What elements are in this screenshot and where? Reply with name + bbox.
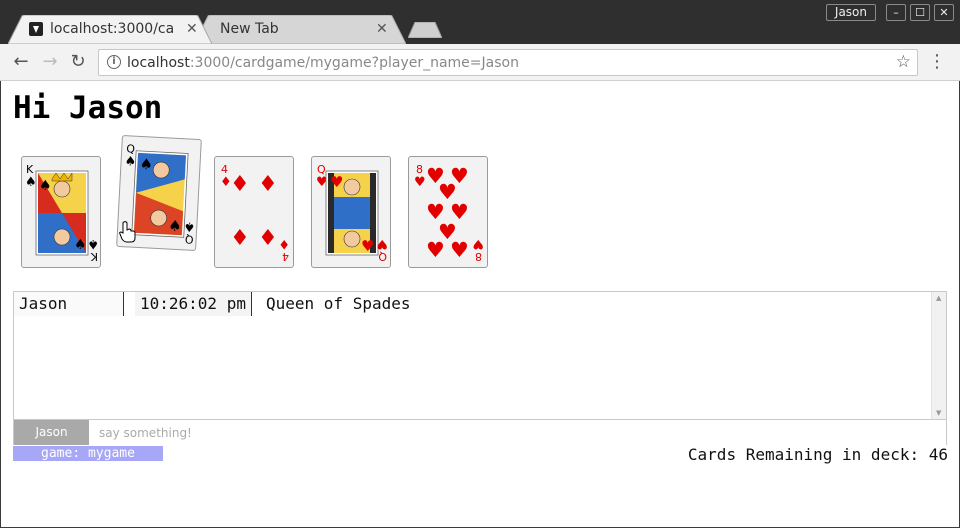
card-eight-of-hearts[interactable]: 8 ♥ ♥ ♥ ♥ ♥ ♥ ♥ ♥ ♥ 8 ♥ bbox=[408, 156, 488, 268]
card-king-of-spades[interactable]: K ♠ ♠ ♠ K ♠ bbox=[21, 156, 101, 268]
scroll-down-icon[interactable]: ▼ bbox=[936, 409, 941, 417]
pip: ♦ bbox=[258, 226, 278, 251]
chat-name-chip: Jason bbox=[14, 420, 89, 445]
card-suit: ♦ bbox=[278, 236, 290, 251]
card-suit: ♠ bbox=[124, 154, 136, 170]
close-window-button[interactable]: ✕ bbox=[934, 4, 954, 21]
pip: ♥ bbox=[426, 238, 445, 262]
tab-new-tab[interactable]: New Tab ✕ bbox=[194, 15, 406, 44]
card-suit: ♥ bbox=[376, 236, 388, 251]
chat-scrollbar[interactable]: ▲ ▼ bbox=[931, 292, 946, 419]
card-face: 8 ♥ ♥ ♥ ♥ ♥ ♥ ♥ ♥ ♥ 8 ♥ bbox=[414, 163, 484, 263]
tab-close-icon[interactable]: ✕ bbox=[376, 21, 388, 37]
url-path: :3000/cardgame/mygame?player_name=Jason bbox=[189, 55, 519, 71]
deck-remaining-text: Cards Remaining in deck: 46 bbox=[687, 445, 948, 464]
forward-arrow-icon[interactable]: → bbox=[39, 51, 61, 73]
card-face: 4 ♦ ♦ ♦ ♦ ♦ 4 ♦ bbox=[220, 163, 290, 263]
card-center-suit: ♠ bbox=[39, 178, 52, 194]
page-content: Hi Jason K ♠ ♠ ♠ K ♠ Q ♠ ♠ ♠ Q ♠ 4 ♦ ♦ ♦… bbox=[1, 81, 959, 527]
chat-message-time: 10:26:02 pm bbox=[135, 292, 252, 316]
card-face: Q ♥ ♥ ♥ Q ♥ bbox=[316, 163, 388, 263]
card-center-suit: ♥ bbox=[330, 173, 343, 191]
card-suit: ♠ bbox=[183, 218, 195, 234]
browser-titlebar: Jason – ☐ ✕ New Tab ✕ localhost:3000/car… bbox=[0, 0, 960, 44]
card-center-suit: ♥ bbox=[361, 237, 374, 255]
pip: ♥ bbox=[450, 238, 469, 262]
chat-panel: Jason 10:26:02 pm Queen of Spades ▲ ▼ Ja… bbox=[13, 291, 947, 445]
chat-message-user: Jason bbox=[14, 292, 124, 316]
card-suit: ♠ bbox=[25, 175, 37, 190]
new-tab-button[interactable] bbox=[408, 22, 442, 38]
site-info-icon[interactable]: i bbox=[107, 55, 121, 69]
tab-title: localhost:3000/cardgame/mygame?player_na… bbox=[50, 21, 174, 37]
card-four-of-diamonds[interactable]: 4 ♦ ♦ ♦ ♦ ♦ 4 ♦ bbox=[214, 156, 294, 268]
pip: ♦ bbox=[230, 226, 250, 251]
scroll-up-icon[interactable]: ▲ bbox=[936, 294, 941, 302]
pip: ♦ bbox=[258, 172, 278, 197]
url-text[interactable]: localhost:3000/cardgame/mygame?player_na… bbox=[127, 55, 519, 71]
game-badge: game: mygame bbox=[13, 446, 163, 461]
url-host: localhost bbox=[127, 55, 190, 71]
card-center-suit: ♠ bbox=[168, 217, 182, 236]
profile-button[interactable]: Jason bbox=[825, 4, 876, 21]
bookmark-star-icon[interactable]: ☆ bbox=[896, 52, 911, 72]
tab-cardgame[interactable]: localhost:3000/cardgame/mygame?player_na… bbox=[8, 15, 212, 44]
card-suit: ♠ bbox=[87, 236, 99, 251]
chat-input-row: Jason bbox=[14, 419, 946, 445]
card-face: K ♠ ♠ ♠ K ♠ bbox=[25, 163, 99, 263]
app-favicon-icon bbox=[29, 22, 43, 36]
card-suit: ♥ bbox=[414, 175, 426, 190]
back-arrow-icon[interactable]: ← bbox=[10, 51, 32, 73]
chat-message: Jason 10:26:02 pm Queen of Spades bbox=[14, 292, 932, 316]
tab-close-icon[interactable]: ✕ bbox=[186, 21, 198, 37]
card-center-suit: ♠ bbox=[74, 237, 87, 253]
chat-message-input[interactable] bbox=[89, 420, 946, 445]
greeting-heading: Hi Jason bbox=[13, 90, 163, 126]
maximize-button[interactable]: ☐ bbox=[910, 4, 930, 21]
chat-messages: Jason 10:26:02 pm Queen of Spades bbox=[14, 292, 932, 419]
hand-pointer-icon bbox=[119, 221, 136, 243]
pip: ♦ bbox=[230, 172, 250, 197]
card-suit: ♥ bbox=[472, 236, 484, 251]
minimize-button[interactable]: – bbox=[886, 4, 906, 21]
browser-menu-icon[interactable]: ⋮ bbox=[928, 53, 946, 71]
window-controls: Jason – ☐ ✕ bbox=[825, 4, 954, 21]
reload-icon[interactable]: ↻ bbox=[67, 51, 89, 73]
card-center-suit: ♠ bbox=[139, 155, 153, 174]
address-bar[interactable]: i localhost:3000/cardgame/mygame?player_… bbox=[98, 49, 918, 76]
tab-title: New Tab bbox=[220, 21, 279, 37]
card-queen-of-hearts[interactable]: Q ♥ ♥ ♥ Q ♥ bbox=[311, 156, 391, 268]
chat-message-text: Queen of Spades bbox=[266, 294, 411, 313]
browser-toolbar: ← → ↻ i localhost:3000/cardgame/mygame?p… bbox=[0, 44, 960, 81]
